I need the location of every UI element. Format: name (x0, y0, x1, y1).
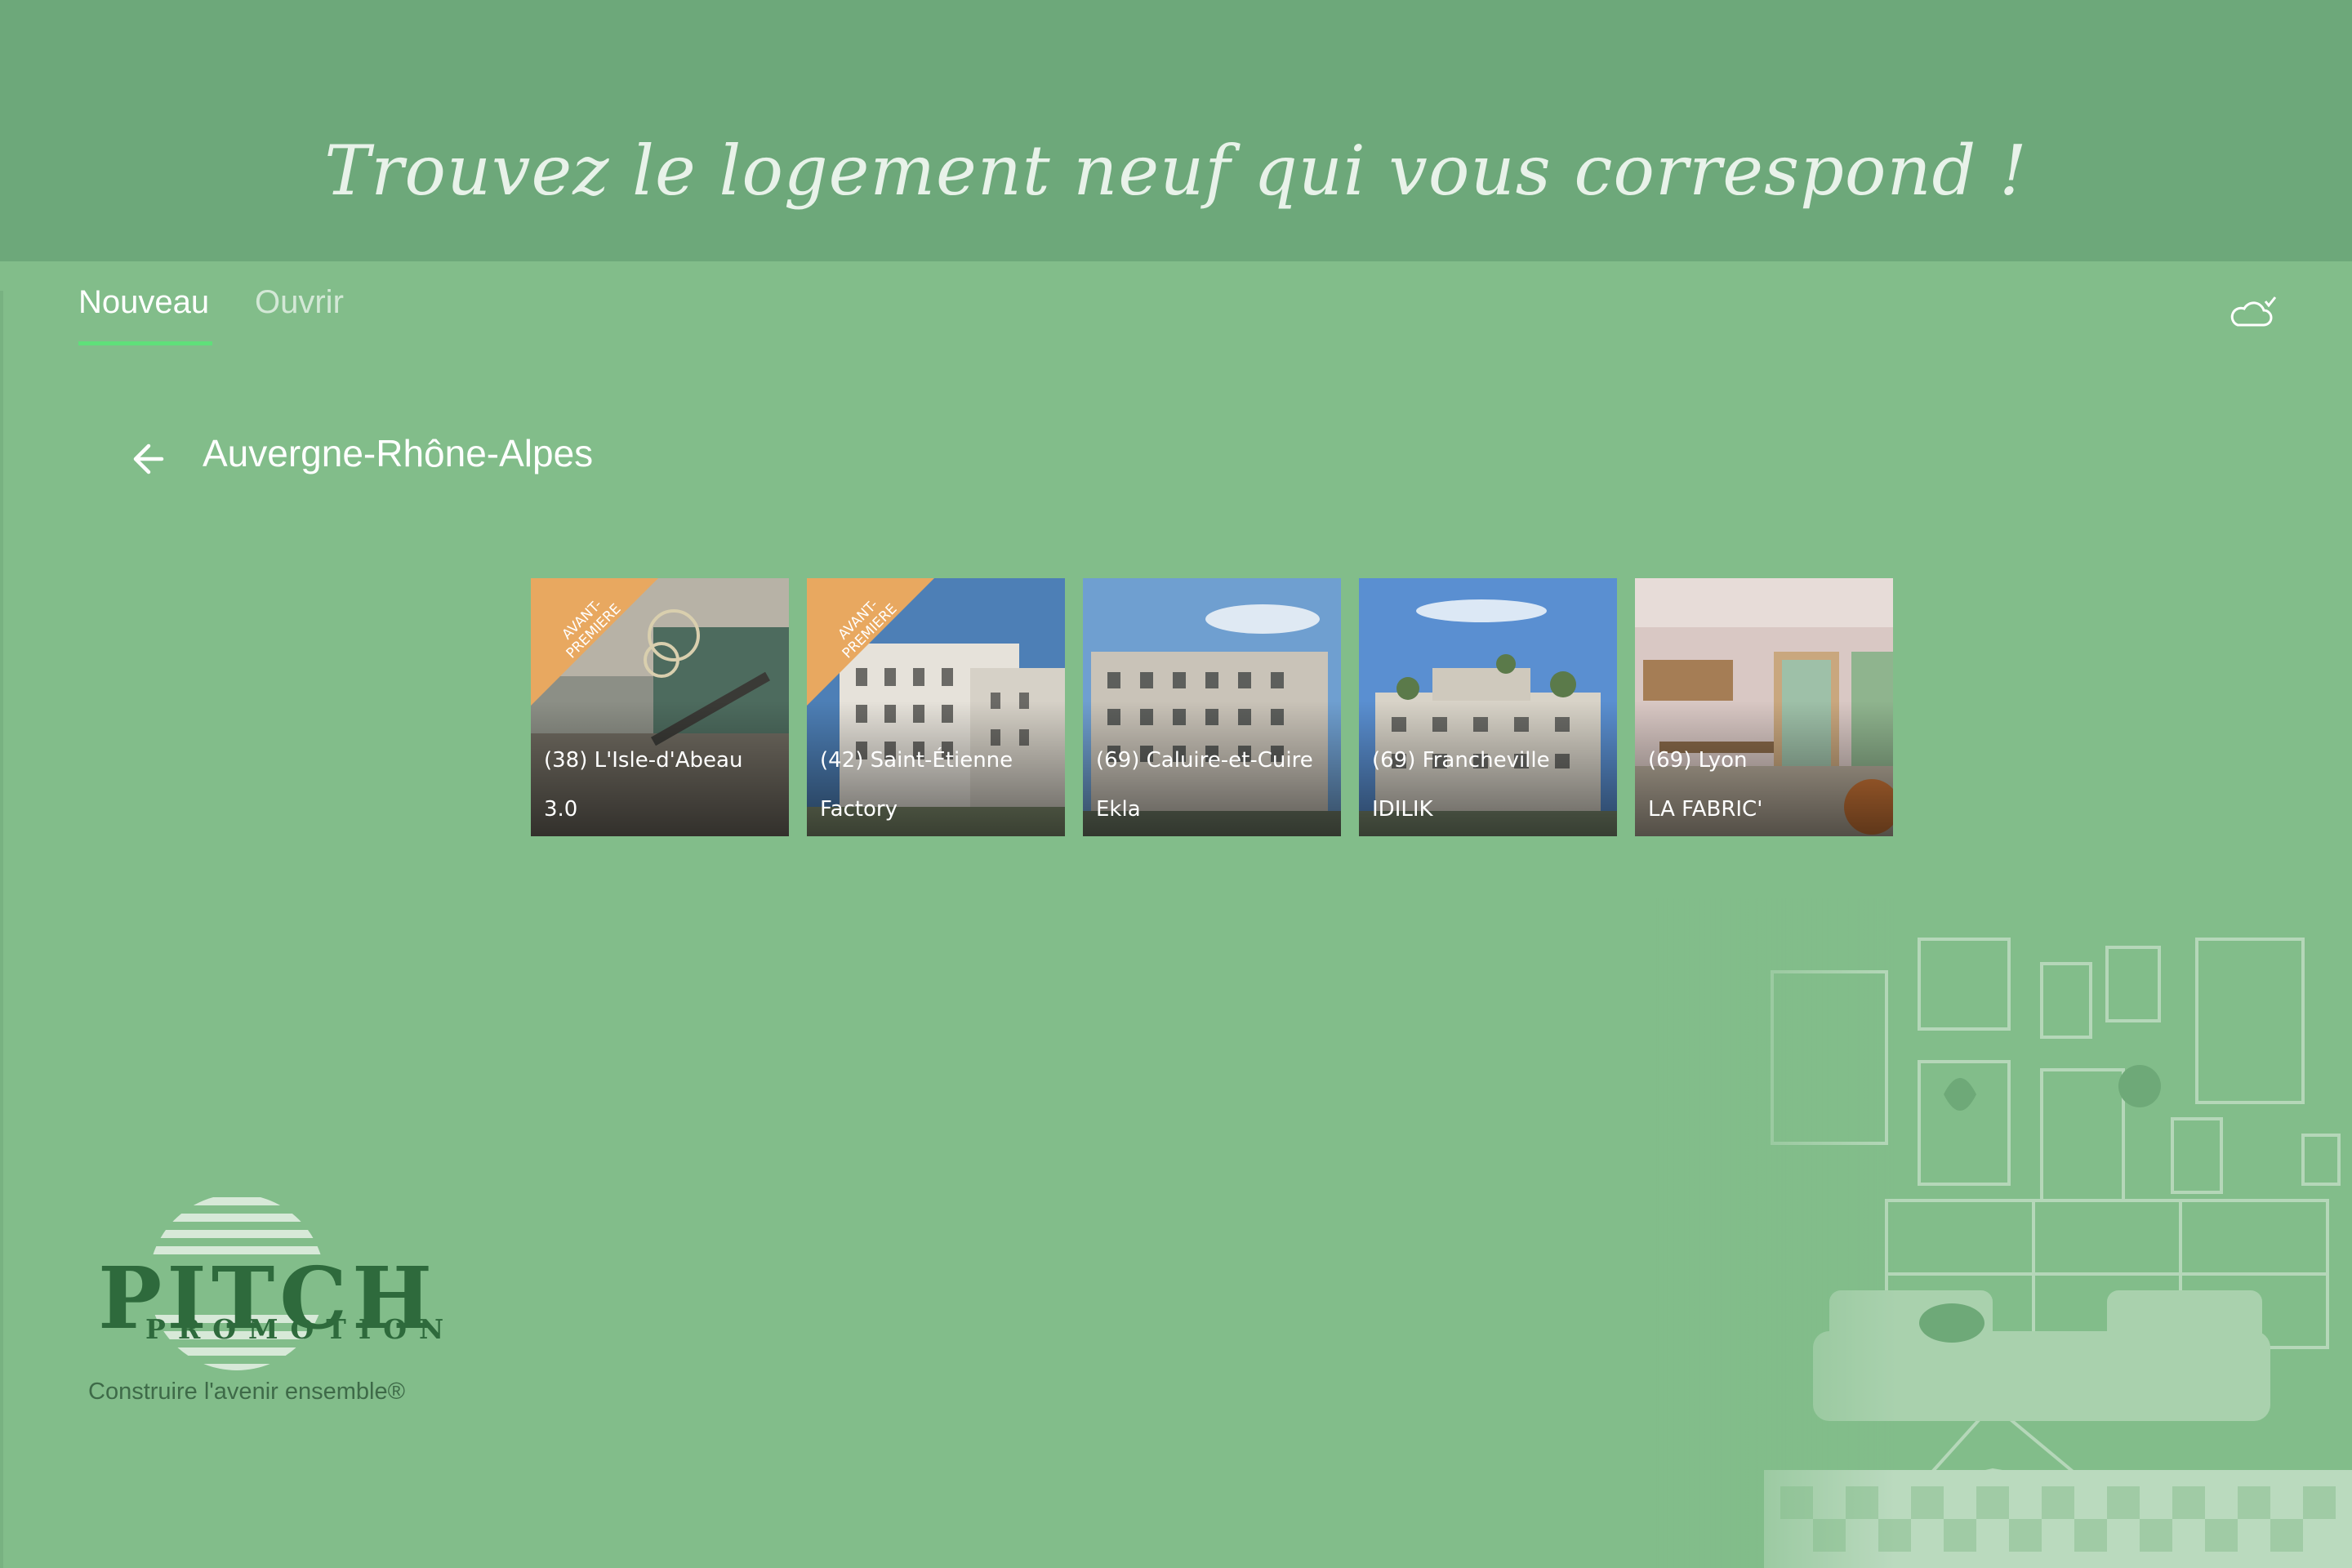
program-name: Ekla (1096, 797, 1141, 822)
program-tile[interactable]: (69) Francheville IDILIK (1359, 578, 1617, 836)
tab-nouveau[interactable]: Nouveau (78, 284, 209, 321)
program-city: (69) Caluire-et-Cuire (1096, 748, 1313, 773)
pitch-promotion-logo: PITCH PROMOTION Construire l'avenir ense… (82, 1192, 443, 1413)
program-city: (69) Lyon (1648, 748, 1748, 773)
left-edge-divider (0, 291, 3, 1568)
program-tile[interactable]: AVANT-PREMIERE (38) L'Isle-d'Abeau 3.0 (531, 578, 789, 836)
program-name: 3.0 (544, 797, 578, 822)
active-tab-indicator (78, 341, 212, 345)
living-room-illustration (1650, 898, 2352, 1568)
logo-tagline: Construire l'avenir ensemble® (88, 1379, 405, 1405)
program-tile[interactable]: (69) Lyon LA FABRIC' (1635, 578, 1893, 836)
logo-subtitle: PROMOTION (145, 1313, 457, 1345)
program-name: Factory (820, 797, 898, 822)
cloud-sync-check-icon[interactable] (2228, 294, 2280, 333)
program-city: (38) L'Isle-d'Abeau (544, 748, 743, 773)
program-name: LA FABRIC' (1648, 797, 1763, 822)
program-tile[interactable]: AVANT-PREMIERE (42) Saint-Étienne Factor… (807, 578, 1065, 836)
program-tile[interactable]: (69) Caluire-et-Cuire Ekla (1083, 578, 1341, 836)
banner-title: Trouvez le logement neuf qui vous corres… (324, 131, 2028, 211)
header-banner: Trouvez le logement neuf qui vous corres… (0, 0, 2352, 261)
program-city: (69) Francheville (1372, 748, 1550, 773)
arrow-left-icon[interactable] (127, 436, 173, 482)
program-city: (42) Saint-Étienne (820, 748, 1013, 773)
program-name: IDILIK (1372, 797, 1433, 822)
region-title: Auvergne-Rhône-Alpes (203, 432, 594, 474)
tab-ouvrir[interactable]: Ouvrir (255, 284, 344, 321)
